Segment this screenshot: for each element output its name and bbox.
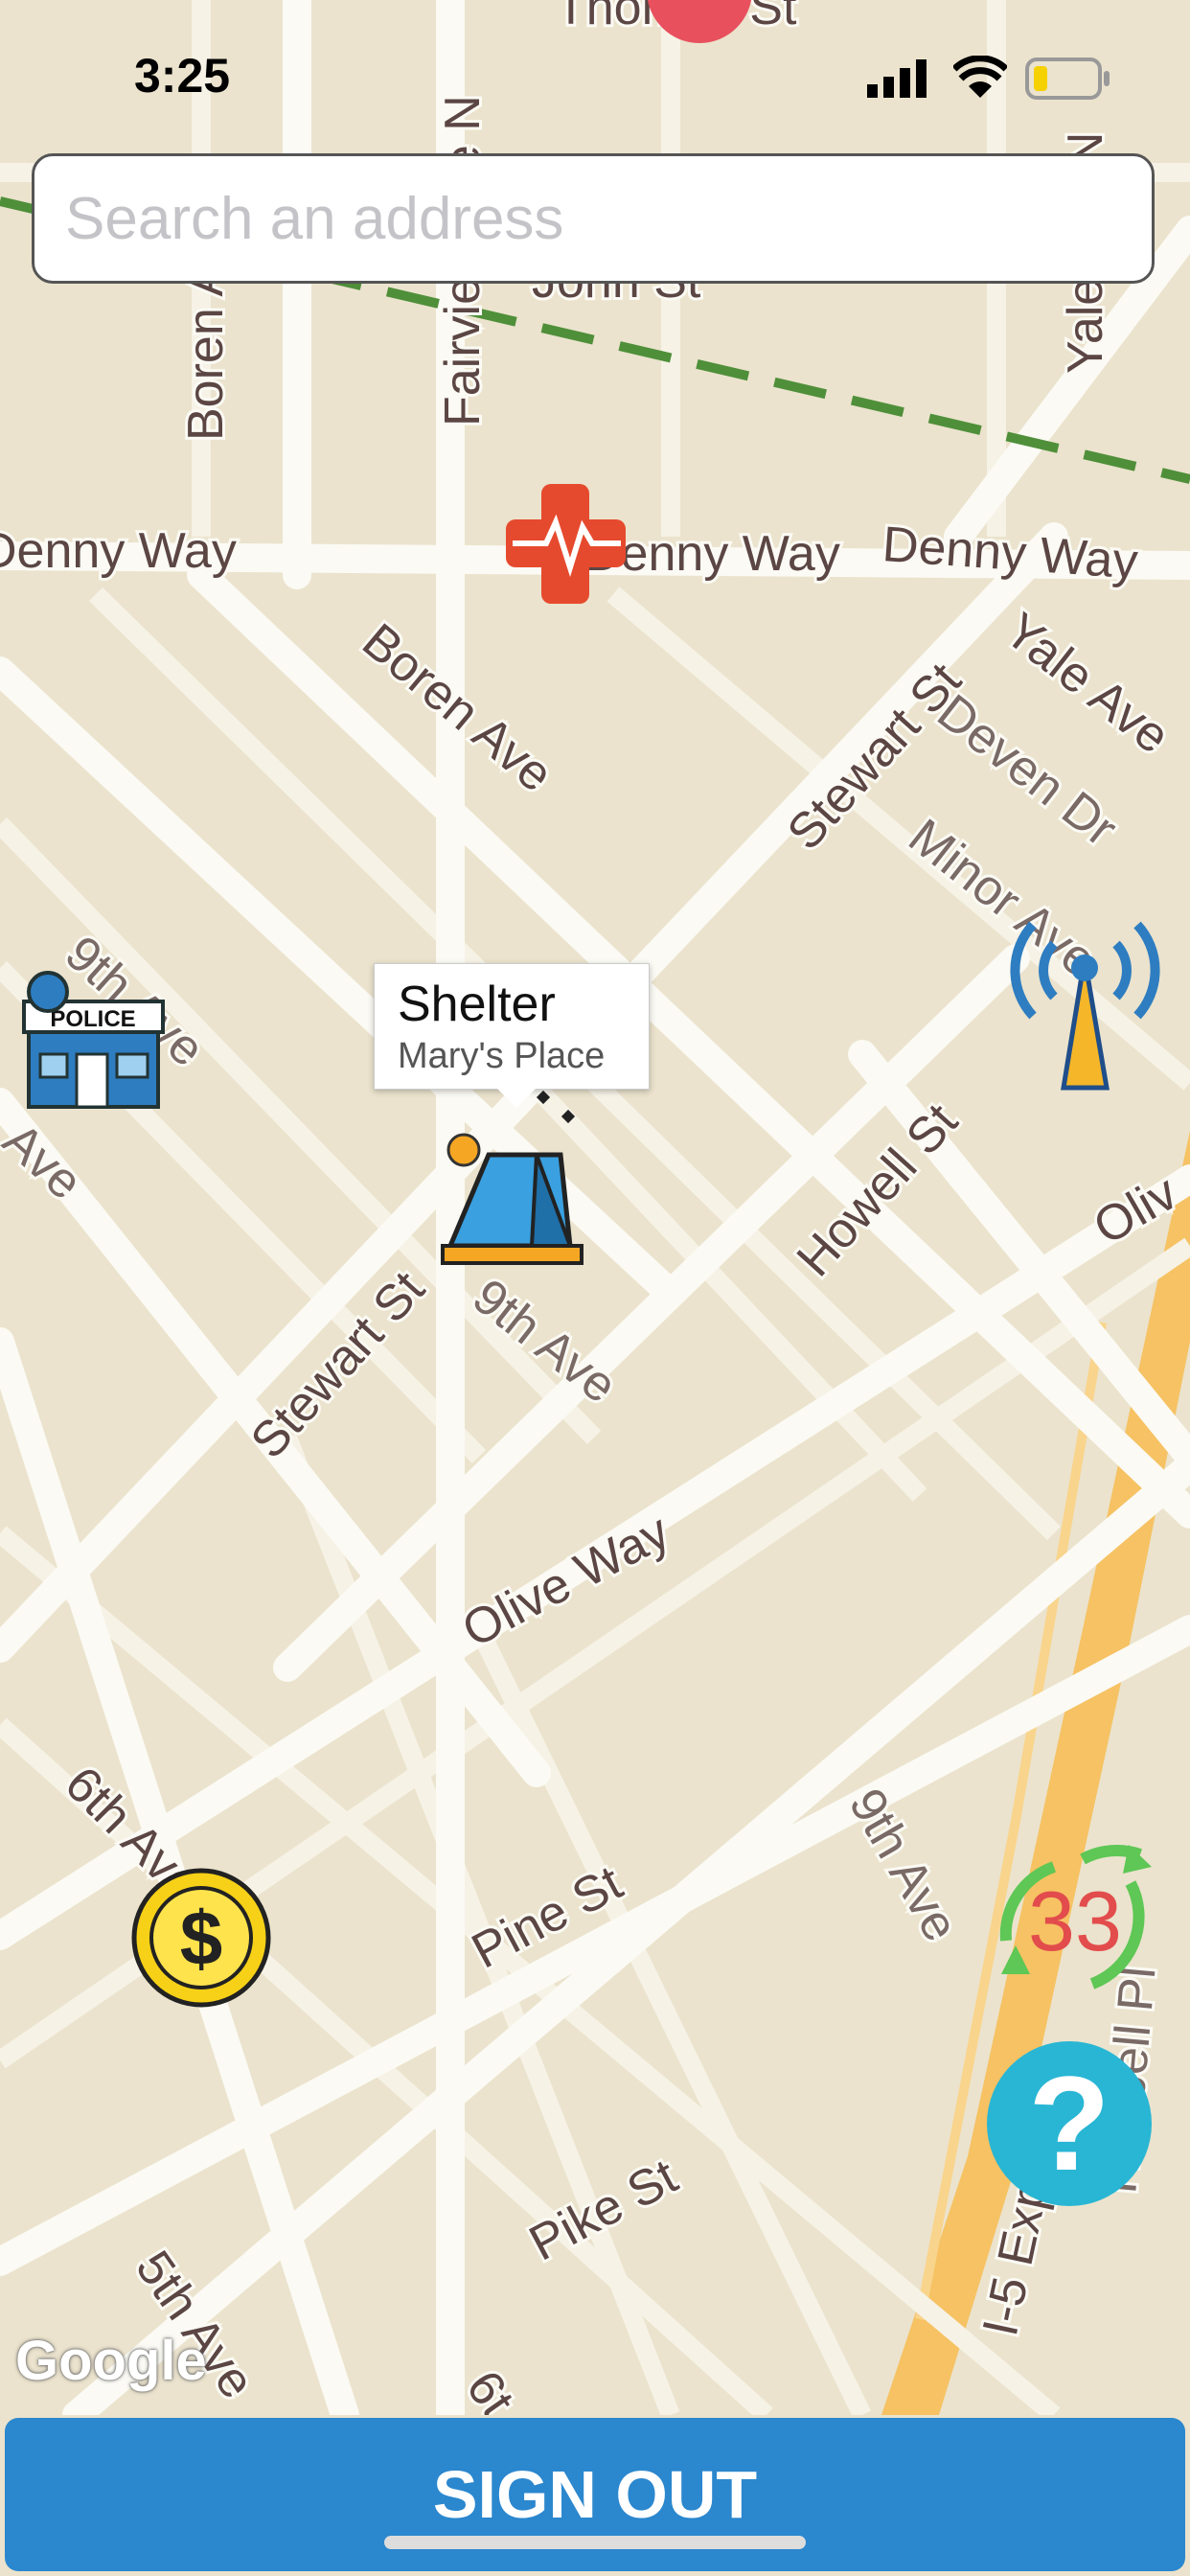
home-indicator [384,2536,806,2549]
police-sign-text: POLICE [50,1006,135,1032]
meal-count-text: 33 [1028,1874,1122,1968]
status-time: 3:25 [134,49,231,103]
help-button[interactable]: ? [987,2041,1152,2206]
google-logo: Google [15,2330,207,2392]
battery-icon [1025,58,1110,100]
wifi-icon [953,56,1007,98]
status-bar: 3:25 [0,0,1190,153]
callout-title: Shelter [398,977,556,1032]
money-coin-marker-icon[interactable]: $ [131,1868,271,2008]
svg-text:$: $ [180,1896,223,1981]
shelter-callout[interactable]: Shelter Mary's Place [374,963,650,1108]
address-search-box[interactable] [32,153,1155,284]
callout-subtitle: Mary's Place [398,1036,606,1076]
cellular-signal-icon [867,59,927,98]
map-view[interactable]: Thomas St John St Boren Ave N Fairview A… [0,0,1190,2415]
street-label-denny-way-1: Denny Way [0,523,237,579]
address-search-input[interactable] [34,156,1152,281]
